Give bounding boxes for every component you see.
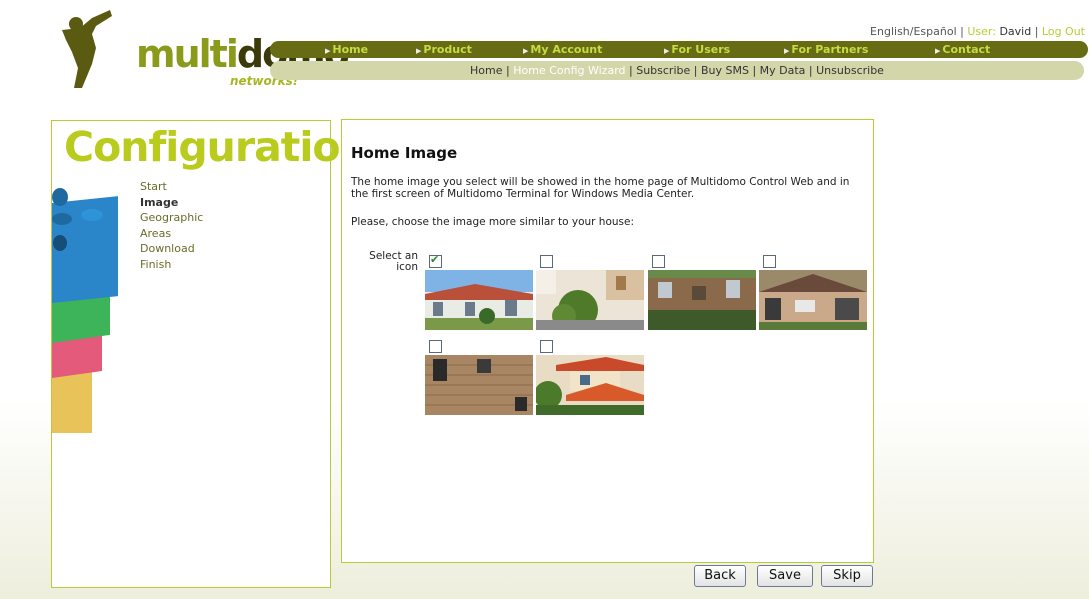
nav-item-product[interactable]: ▶ Product <box>416 43 472 56</box>
house-image-1[interactable] <box>425 270 533 330</box>
wizard-steps: Start Image Geographic Areas Download Fi… <box>140 179 203 272</box>
nav-item-for-partners[interactable]: ▶ For Partners <box>784 43 868 56</box>
skip-button[interactable]: Skip <box>821 565 873 587</box>
nav-item-for-users[interactable]: ▶ For Users <box>664 43 730 56</box>
image-option <box>425 253 533 330</box>
arrow-right-icon: ▶ <box>416 47 422 55</box>
step-image[interactable]: Image <box>140 195 203 211</box>
sub-nav: Home | Home Config Wizard | Subscribe | … <box>270 61 1084 80</box>
image-checkbox-1[interactable] <box>429 253 442 268</box>
home-image-panel: Home Image The home image you select wil… <box>341 119 874 563</box>
house-image-2[interactable] <box>536 270 644 330</box>
multidomo-logo[interactable]: multidomo networks! <box>52 8 350 92</box>
image-option <box>759 255 867 330</box>
lego-blocks-image <box>52 188 118 433</box>
nav-item-home[interactable]: ▶ Home <box>325 43 368 56</box>
select-icon-label: Select an icon <box>369 250 418 273</box>
logo-figure-icon <box>62 10 112 88</box>
nav-item-contact[interactable]: ▶ Contact <box>935 43 990 56</box>
image-checkbox-2[interactable] <box>540 255 553 268</box>
image-option <box>425 340 533 415</box>
image-option <box>536 340 644 415</box>
house-image-3[interactable] <box>648 270 756 330</box>
image-option <box>648 255 756 330</box>
top-links: English/Español | User: David | Log Out <box>870 25 1085 38</box>
nav-item-my-account[interactable]: ▶ My Account <box>523 43 602 56</box>
user-name: David <box>999 25 1032 38</box>
page-title: Home Image <box>351 144 458 162</box>
arrow-right-icon: ▶ <box>325 47 331 55</box>
back-button[interactable]: Back <box>694 565 746 587</box>
image-checkbox-3[interactable] <box>652 255 665 268</box>
sidebar-title: Configuration <box>64 123 369 171</box>
wizard-sidebar: Configuration Start Image Geographic Are… <box>51 120 369 588</box>
house-image-6[interactable] <box>536 355 644 415</box>
image-checkbox-4[interactable] <box>763 255 776 268</box>
house-image-4[interactable] <box>759 270 867 330</box>
arrow-right-icon: ▶ <box>523 47 529 55</box>
arrow-right-icon: ▶ <box>784 47 790 55</box>
subnav-buy-sms[interactable]: Buy SMS <box>701 64 749 77</box>
logout-link[interactable]: Log Out <box>1042 25 1085 38</box>
step-download[interactable]: Download <box>140 241 203 257</box>
arrow-right-icon: ▶ <box>935 47 941 55</box>
main-nav: ▶ Home ▶ Product ▶ My Account ▶ For Users ▶ F… <box>270 41 1088 58</box>
image-checkbox-5[interactable] <box>429 340 442 353</box>
image-option <box>536 255 644 330</box>
arrow-right-icon: ▶ <box>664 47 670 55</box>
house-image-5[interactable] <box>425 355 533 415</box>
user-label: User: <box>967 25 1000 38</box>
step-geographic[interactable]: Geographic <box>140 210 203 226</box>
save-button[interactable]: Save <box>757 565 813 587</box>
language-link[interactable]: English/Español <box>870 25 957 38</box>
subnav-home[interactable]: Home <box>470 64 502 77</box>
subnav-my-data[interactable]: My Data <box>760 64 806 77</box>
prompt-text: Please, choose the image more similar to… <box>351 216 635 228</box>
subnav-subscribe[interactable]: Subscribe <box>636 64 690 77</box>
step-areas[interactable]: Areas <box>140 226 203 242</box>
separator: | <box>1031 25 1042 38</box>
description-text: The home image you select will be showed… <box>351 176 850 200</box>
separator: | <box>956 25 968 38</box>
step-start[interactable]: Start <box>140 179 203 195</box>
step-finish[interactable]: Finish <box>140 257 203 273</box>
subnav-unsubscribe[interactable]: Unsubscribe <box>816 64 884 77</box>
subnav-home-config-wizard[interactable]: Home Config Wizard <box>513 64 625 77</box>
image-checkbox-6[interactable] <box>540 340 553 353</box>
